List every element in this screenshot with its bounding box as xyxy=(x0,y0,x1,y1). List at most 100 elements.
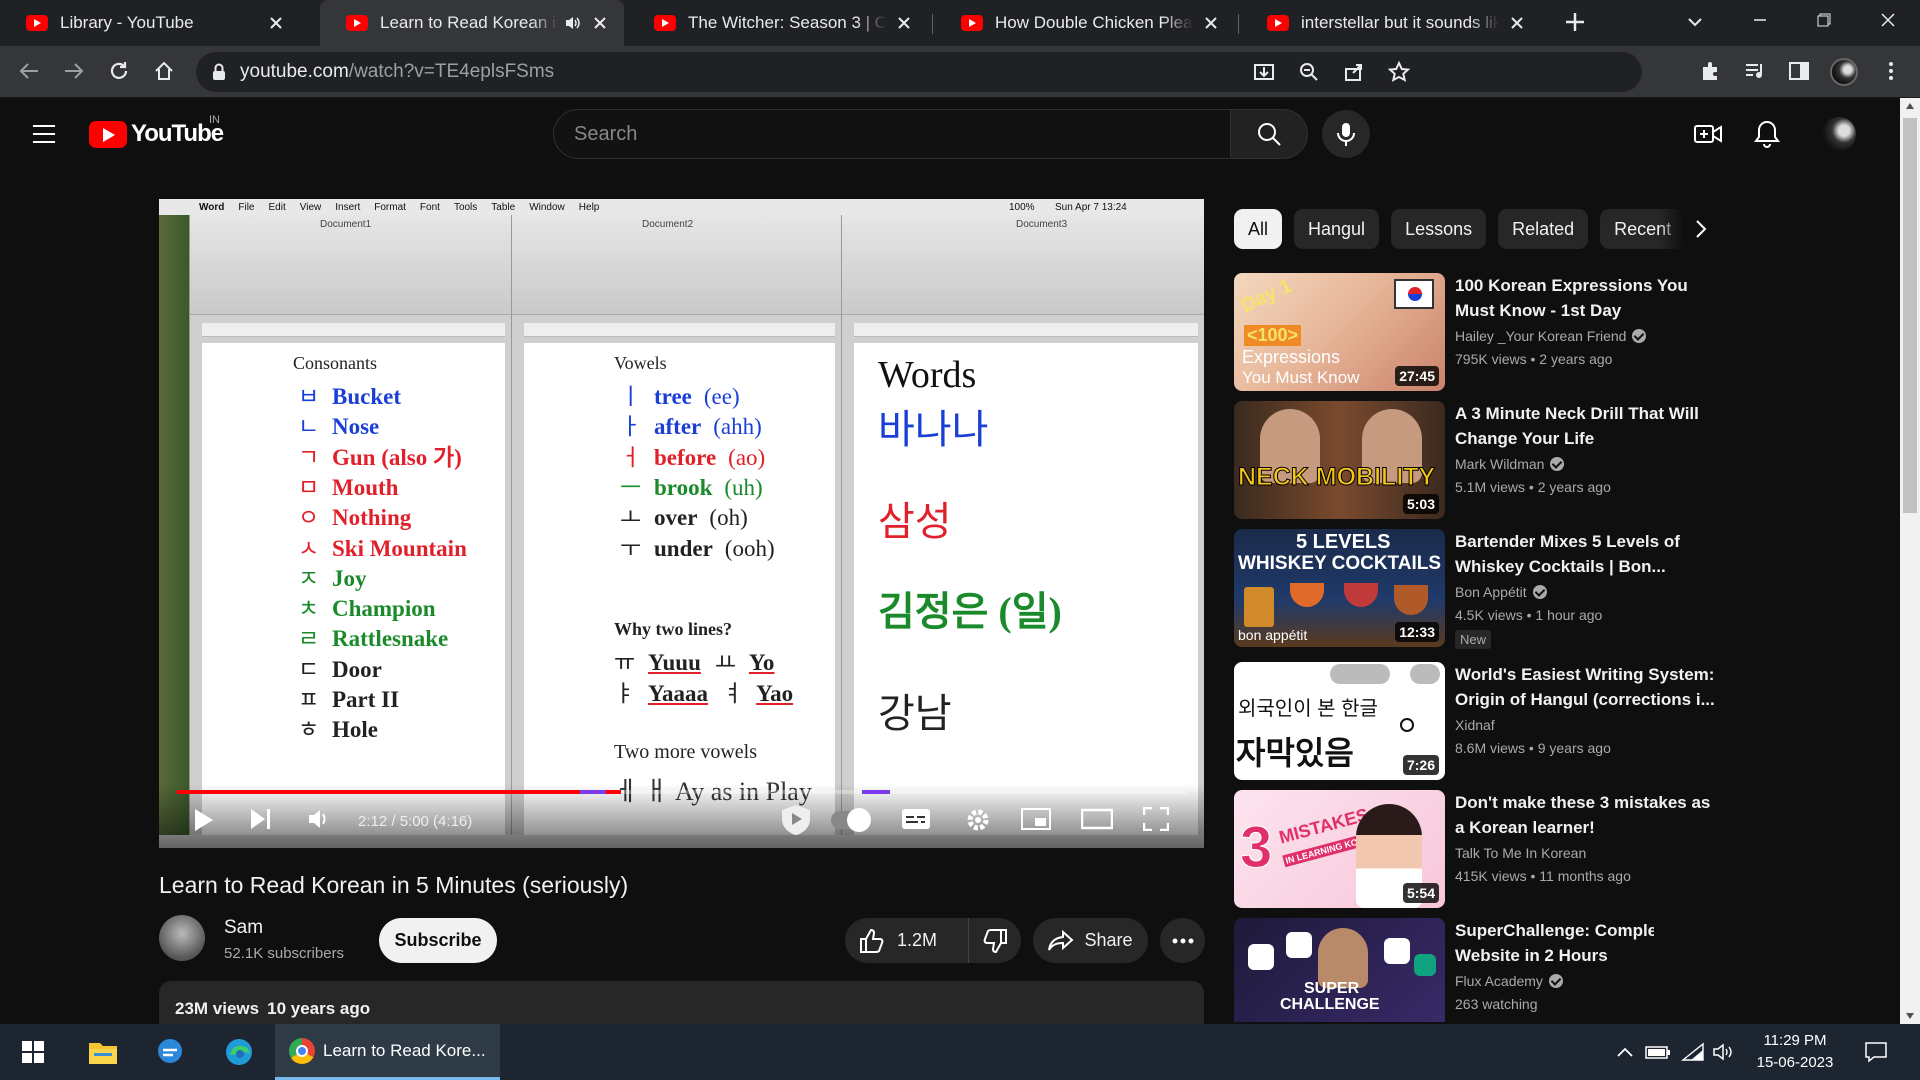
theater-mode-icon[interactable] xyxy=(1081,807,1113,831)
close-tab-icon[interactable] xyxy=(894,16,914,30)
audio-playing-icon[interactable] xyxy=(564,15,582,31)
video-thumbnail[interactable]: Day 1 <100> Expressions You Must Know 27… xyxy=(1234,273,1445,391)
browser-tab-learn-korean[interactable]: Learn to Read Korean in 5 xyxy=(320,0,624,46)
create-video-icon[interactable] xyxy=(1694,122,1722,146)
extensions-puzzle-icon[interactable] xyxy=(1700,60,1722,82)
subscribe-button[interactable]: Subscribe xyxy=(379,918,497,963)
recommended-video[interactable]: 3 MISTAKES IN LEARNING KOREAN 5:54 Don't… xyxy=(1234,790,1710,910)
notifications-bell-icon[interactable] xyxy=(1754,120,1780,148)
side-panel-icon[interactable] xyxy=(1788,60,1810,82)
fullscreen-icon[interactable] xyxy=(1143,807,1169,831)
media-controls-icon[interactable] xyxy=(1744,60,1766,82)
settings-gear-icon[interactable] xyxy=(965,807,991,833)
recommendation-title[interactable]: World's Easiest Writing System: Origin o… xyxy=(1455,662,1717,712)
profile-avatar[interactable] xyxy=(1830,58,1858,86)
recommendation-channel[interactable]: Flux Academy xyxy=(1455,973,1563,989)
battery-icon[interactable] xyxy=(1638,1032,1678,1072)
tab-search-chevron-icon[interactable] xyxy=(1685,12,1705,32)
scroll-down-arrow-icon[interactable] xyxy=(1905,1012,1915,1020)
volume-icon[interactable] xyxy=(307,807,333,831)
autoplay-toggle[interactable] xyxy=(831,808,871,832)
close-tab-icon[interactable] xyxy=(1201,16,1221,30)
new-tab-plus-icon[interactable] xyxy=(1563,10,1587,34)
recommendation-title[interactable]: Bartender Mixes 5 Levels of Whiskey Cock… xyxy=(1455,529,1717,579)
more-actions-button[interactable] xyxy=(1160,918,1205,963)
install-app-icon[interactable] xyxy=(1253,61,1275,83)
browser-tab-library[interactable]: Library - YouTube xyxy=(0,0,300,46)
recommended-video[interactable]: SUPER CHALLENGE SuperChallenge: Complete… xyxy=(1234,918,1654,1022)
recommendation-channel[interactable]: Hailey _Your Korean Friend xyxy=(1455,328,1647,344)
chevron-right-icon[interactable] xyxy=(1694,219,1708,239)
search-input[interactable]: Search xyxy=(553,109,1231,159)
scrollbar-thumb[interactable] xyxy=(1903,118,1917,513)
recommendation-channel[interactable]: Talk To Me In Korean xyxy=(1455,845,1586,861)
restore-window-icon[interactable] xyxy=(1792,0,1856,40)
share-page-icon[interactable] xyxy=(1343,61,1365,83)
recommendation-channel[interactable]: Xidnaf xyxy=(1455,717,1495,733)
browser-tab-double-chicken[interactable]: How Double Chicken Please F xyxy=(935,0,1235,46)
recommendation-title[interactable]: A 3 Minute Neck Drill That Will Change Y… xyxy=(1455,401,1717,451)
next-button-icon[interactable] xyxy=(249,807,273,831)
channel-name[interactable]: Sam xyxy=(224,917,263,939)
channel-avatar[interactable] xyxy=(159,915,205,961)
page-scrollbar[interactable] xyxy=(1900,98,1920,1024)
recommendation-title[interactable]: Don't make these 3 mistakes as a Korean … xyxy=(1455,790,1717,840)
windows-start-icon[interactable] xyxy=(13,1032,53,1072)
chip-recent[interactable]: Recent xyxy=(1600,209,1685,249)
system-clock[interactable]: 11:29 PM 15-06-2023 xyxy=(1745,1030,1845,1074)
shield-icon[interactable] xyxy=(779,803,813,837)
video-thumbnail[interactable]: 외국인이 본 한글 자막있음 7:26 xyxy=(1234,662,1445,780)
dislike-button[interactable] xyxy=(969,928,1021,954)
browser-tab-witcher[interactable]: The Witcher: Season 3 | Offici xyxy=(628,0,928,46)
chip-related[interactable]: Related xyxy=(1498,209,1589,249)
recommended-video[interactable]: 외국인이 본 한글 자막있음 7:26 World's Easiest Writ… xyxy=(1234,662,1715,782)
hamburger-menu-icon[interactable] xyxy=(32,122,56,146)
recommended-video[interactable]: Day 1 <100> Expressions You Must Know 27… xyxy=(1234,273,1688,393)
lock-icon[interactable] xyxy=(212,63,226,81)
subtitles-icon[interactable] xyxy=(901,807,931,831)
youtube-logo[interactable]: YouTube IN xyxy=(89,114,224,148)
account-avatar[interactable] xyxy=(1822,117,1856,151)
close-window-icon[interactable] xyxy=(1856,0,1920,40)
close-tab-icon[interactable] xyxy=(266,16,286,30)
back-arrow-icon[interactable] xyxy=(18,60,40,82)
home-icon[interactable] xyxy=(153,60,175,82)
share-button[interactable]: Share xyxy=(1033,918,1148,963)
chip-lessons[interactable]: Lessons xyxy=(1391,209,1487,249)
like-button[interactable]: 1.2M xyxy=(845,918,969,963)
notifications-center-icon[interactable] xyxy=(1856,1032,1896,1072)
video-player[interactable]: Word File Edit View Insert Format Font T… xyxy=(159,199,1204,848)
address-bar[interactable]: youtube.com/watch?v=TE4eplsFSms xyxy=(196,52,1642,92)
play-button-icon[interactable] xyxy=(193,807,215,833)
recommendation-title[interactable]: SuperChallenge: Complete Website in 2 Ho… xyxy=(1455,918,1654,968)
close-tab-icon[interactable] xyxy=(590,16,610,30)
taskbar-chrome-window[interactable]: Learn to Read Kore... xyxy=(275,1024,500,1080)
description-box[interactable]: 23M views 10 years ago xyxy=(159,981,1204,1025)
forward-arrow-icon[interactable] xyxy=(63,60,85,82)
recommended-video[interactable]: 5 LEVELS WHISKEY COCKTAILS bon appétit 1… xyxy=(1234,529,1680,649)
chip-hangul[interactable]: Hangul xyxy=(1294,209,1380,249)
recommendation-channel[interactable]: Bon Appétit xyxy=(1455,584,1547,600)
recommendation-title[interactable]: 100 Korean Expressions You Must Know - 1… xyxy=(1455,273,1717,323)
bookmark-star-icon[interactable] xyxy=(1388,61,1410,83)
scroll-up-arrow-icon[interactable] xyxy=(1905,102,1915,110)
chip-all[interactable]: All xyxy=(1234,209,1283,249)
search-button[interactable] xyxy=(1231,109,1308,159)
minimize-window-icon[interactable] xyxy=(1728,0,1792,40)
miniplayer-icon[interactable] xyxy=(1021,807,1051,831)
file-explorer-icon[interactable] xyxy=(83,1032,123,1072)
reload-icon[interactable] xyxy=(108,60,130,82)
zoom-icon[interactable] xyxy=(1298,61,1320,83)
browser-tab-interstellar[interactable]: interstellar but it sounds like s xyxy=(1241,0,1541,46)
video-thumbnail[interactable]: 3 MISTAKES IN LEARNING KOREAN 5:54 xyxy=(1234,790,1445,908)
video-thumbnail[interactable]: NECK MOBILITY 5:03 xyxy=(1234,401,1445,519)
chat-app-icon[interactable] xyxy=(150,1032,190,1072)
recommended-video[interactable]: NECK MOBILITY 5:03 A 3 Minute Neck Drill… xyxy=(1234,401,1699,521)
close-tab-icon[interactable] xyxy=(1507,16,1527,30)
voice-search-button[interactable] xyxy=(1322,110,1370,158)
progress-bar[interactable] xyxy=(177,790,1187,794)
video-thumbnail[interactable]: SUPER CHALLENGE xyxy=(1234,918,1445,1022)
speaker-volume-icon[interactable] xyxy=(1704,1032,1744,1072)
chrome-menu-dots-icon[interactable] xyxy=(1880,60,1902,82)
edge-browser-icon[interactable] xyxy=(219,1032,259,1072)
